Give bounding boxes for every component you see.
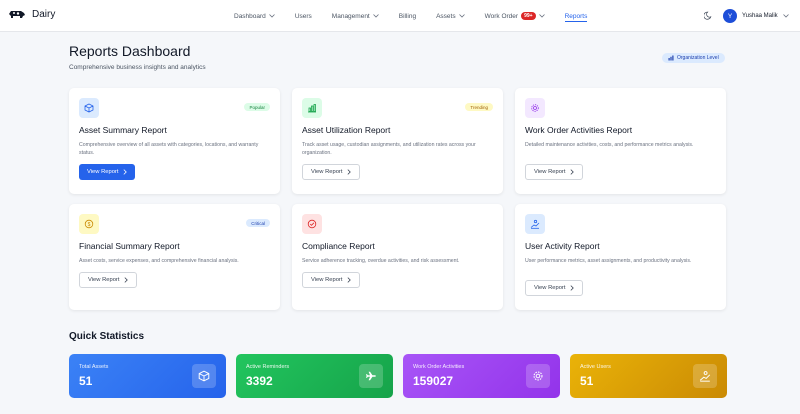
nav-billing[interactable]: Billing (399, 0, 416, 32)
stat-value: 159027 (413, 374, 454, 388)
stat-active-users: Active Users 51 (570, 354, 727, 398)
card-title: Asset Summary Report (79, 125, 167, 135)
popular-tag: Popular (244, 103, 270, 111)
theme-toggle-button[interactable] (701, 8, 715, 22)
cube-icon (79, 98, 99, 118)
chevron-right-icon (347, 169, 352, 175)
organization-level-label: Organization Level (677, 55, 719, 61)
gear-icon (526, 364, 550, 388)
chevron-right-icon (123, 169, 128, 175)
view-report-button[interactable]: View Report (302, 272, 361, 288)
moon-icon (703, 11, 713, 20)
nav-management-label: Management (331, 12, 370, 20)
card-description: Track asset usage, custodian assignments… (302, 142, 476, 156)
bar-chart-icon (668, 55, 674, 61)
stat-value: 51 (79, 374, 93, 388)
card-description: Service adherence tracking, overdue acti… (302, 258, 460, 264)
view-report-button[interactable]: View Report (79, 272, 138, 288)
work-order-count-badge: 99+ (521, 12, 536, 20)
view-report-button[interactable]: View Report (79, 164, 136, 180)
card-description: User performance metrics, asset assignme… (525, 258, 692, 264)
stat-label: Work Order Activities (413, 364, 465, 370)
card-title: Asset Utilization Report (302, 125, 391, 135)
nav-work-order[interactable]: Work Order 99+ (485, 0, 545, 32)
chevron-down-icon (458, 14, 465, 18)
nav-users-label: Users (294, 12, 312, 20)
card-title: Work Order Activities Report (525, 125, 633, 135)
asset-summary-card: Popular Asset Summary Report Comprehensi… (69, 88, 280, 194)
compliance-card: Compliance Report Service adherence trac… (292, 204, 503, 310)
chevron-right-icon (570, 169, 575, 175)
stat-active-reminders: Active Reminders 3392 (236, 354, 393, 398)
nav-billing-label: Billing (398, 12, 417, 20)
card-description: Comprehensive overview of all assets wit… (79, 142, 259, 156)
organization-level-badge: Organization Level (662, 53, 725, 63)
view-report-label: View Report (311, 169, 343, 175)
check-circle-icon (302, 214, 322, 234)
gear-icon (525, 98, 545, 118)
view-report-label: View Report (88, 277, 120, 283)
stat-value: 3392 (246, 374, 273, 388)
nav-reports-label: Reports (564, 12, 588, 20)
main-nav: Dashboard Users Management Billing Asset… (234, 0, 607, 32)
critical-tag: Critical (246, 219, 270, 227)
nav-management[interactable]: Management (332, 0, 379, 32)
quick-statistics-title: Quick Statistics (69, 331, 145, 342)
bar-chart-icon (302, 98, 322, 118)
financial-summary-card: $ Critical Financial Summary Report Asse… (69, 204, 280, 310)
page-title: Reports Dashboard (69, 43, 191, 59)
plane-icon (359, 364, 383, 388)
nav-reports[interactable]: Reports (564, 0, 588, 32)
brand[interactable]: Dairy (8, 8, 55, 20)
chevron-down-icon (372, 14, 379, 18)
chevron-right-icon (570, 285, 575, 291)
stat-label: Active Reminders (246, 364, 290, 370)
stat-total-assets: Total Assets 51 (69, 354, 226, 398)
top-navbar: Dairy Dashboard Users Management Billing… (0, 0, 800, 32)
card-title: User Activity Report (525, 241, 600, 251)
page-subtitle: Comprehensive business insights and anal… (69, 64, 206, 71)
chevron-right-icon (347, 277, 352, 283)
chevron-down-icon (782, 14, 789, 18)
card-description: Detailed maintenance activities, costs, … (525, 142, 694, 148)
user-activity-icon (693, 364, 717, 388)
stat-work-order-activities: Work Order Activities 159027 (403, 354, 560, 398)
nav-dashboard[interactable]: Dashboard (234, 0, 275, 32)
cow-logo-icon (8, 8, 26, 20)
view-report-button[interactable]: View Report (302, 164, 361, 180)
brand-name: Dairy (32, 8, 56, 20)
stat-label: Total Assets (79, 364, 109, 370)
nav-assets[interactable]: Assets (436, 0, 465, 32)
nav-dashboard-label: Dashboard (234, 12, 266, 20)
chevron-down-icon (269, 14, 275, 18)
user-menu[interactable]: Y Yushaa Malik (723, 9, 789, 23)
chevron-down-icon (538, 14, 545, 18)
view-report-label: View Report (534, 285, 566, 291)
stat-label: Active Users (580, 364, 611, 370)
user-activity-icon (525, 214, 545, 234)
asset-utilization-card: Trending Asset Utilization Report Track … (292, 88, 503, 194)
avatar: Y (723, 9, 737, 23)
view-report-button[interactable]: View Report (525, 280, 584, 296)
user-name: Yushaa Malik (742, 13, 778, 19)
view-report-button[interactable]: View Report (525, 164, 584, 180)
work-order-activities-card: Work Order Activities Report Detailed ma… (515, 88, 726, 194)
user-activity-card: User Activity Report User performance me… (515, 204, 726, 310)
nav-assets-label: Assets (436, 12, 456, 20)
view-report-label: View Report (87, 169, 119, 175)
stat-value: 51 (580, 374, 594, 388)
cube-icon (192, 364, 216, 388)
trending-tag: Trending (465, 103, 493, 111)
nav-work-order-label: Work Order (484, 12, 519, 20)
nav-users[interactable]: Users (295, 0, 312, 32)
card-title: Financial Summary Report (79, 241, 180, 251)
dollar-icon: $ (79, 214, 99, 234)
svg-text:$: $ (88, 222, 91, 228)
view-report-label: View Report (534, 169, 566, 175)
view-report-label: View Report (311, 277, 343, 283)
card-title: Compliance Report (302, 241, 375, 251)
card-description: Asset costs, service expenses, and compr… (79, 258, 239, 264)
chevron-right-icon (124, 277, 129, 283)
